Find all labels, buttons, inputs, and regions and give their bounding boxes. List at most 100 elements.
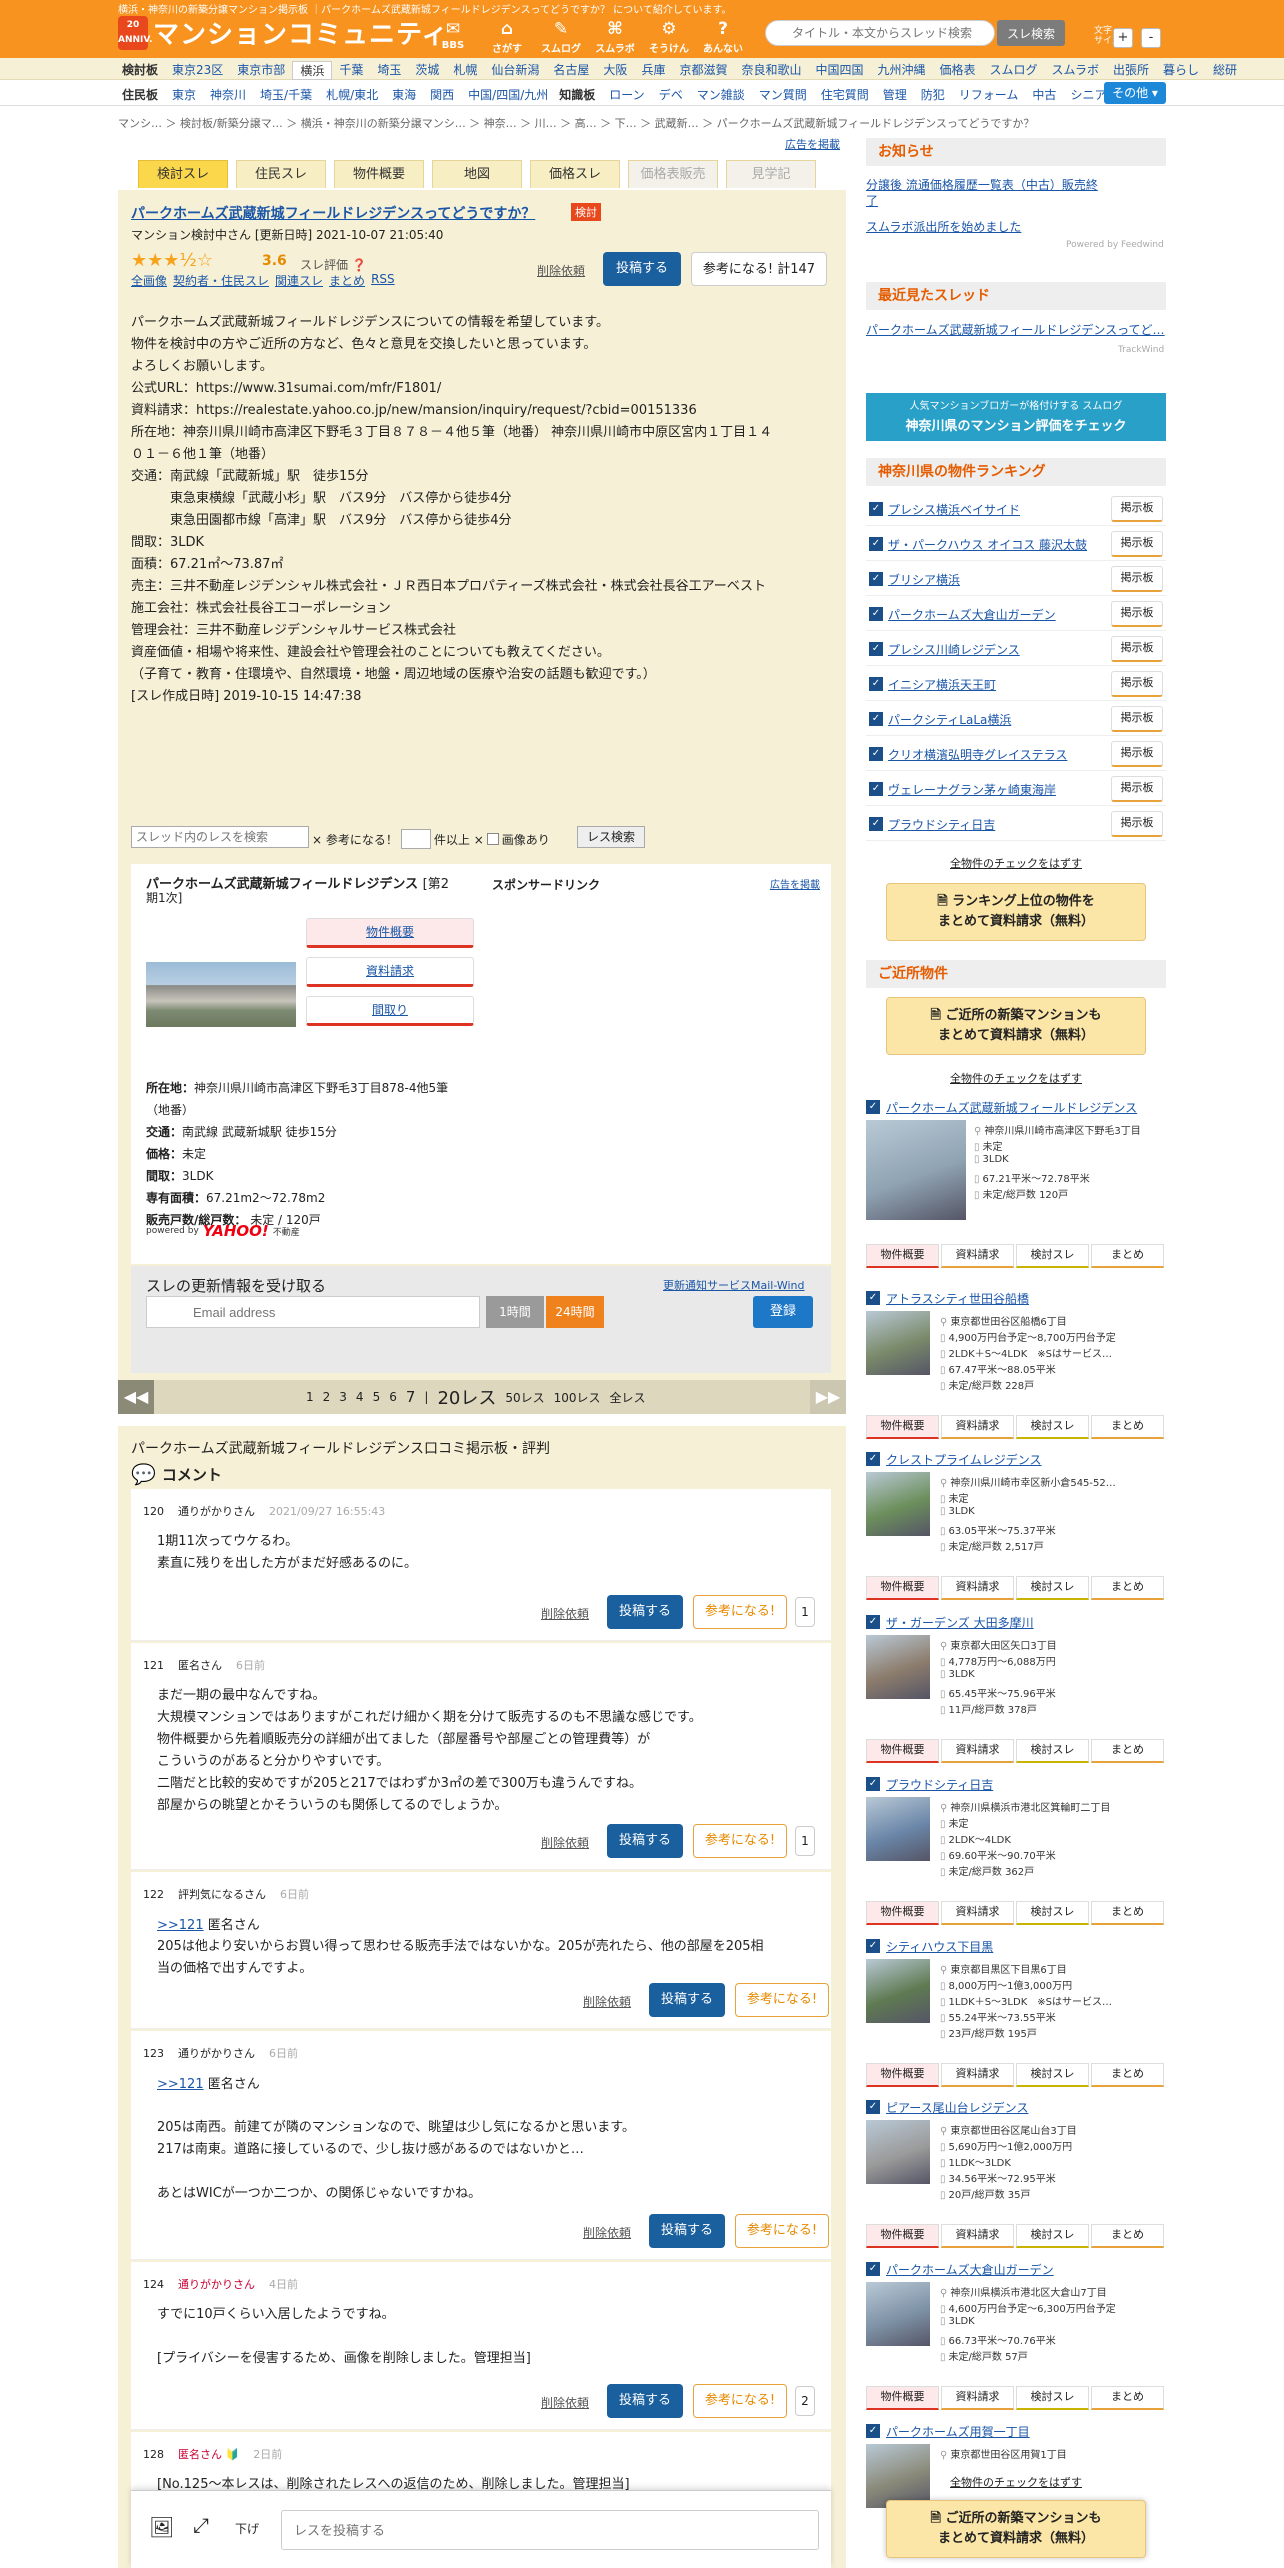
nav1-item[interactable]: 中国四国 — [808, 61, 870, 80]
comment-number[interactable]: 123 — [143, 2047, 164, 2060]
comment-number[interactable]: 120 — [143, 1505, 164, 1518]
comment-delete-link[interactable]: 削除依頼 — [541, 2394, 589, 2411]
sumolog-banner[interactable]: 人気マンションブロガーが格付けする スムログ 神奈川県のマンション評価をチェック — [866, 393, 1166, 441]
property-request-button[interactable]: 資料請求 — [941, 1415, 1014, 1439]
comment-helpful-button[interactable]: 参考になる! — [735, 1983, 829, 2017]
header-bbs-button[interactable]: ✉ BBS — [430, 18, 476, 55]
register-button[interactable]: 登録 — [753, 1296, 813, 1328]
property-name-link[interactable]: プラウドシティ日吉 — [886, 1776, 1164, 1793]
comment-post-button[interactable]: 投稿する — [649, 1983, 725, 2017]
sponsor-floorplan-button[interactable]: 間取り — [306, 996, 474, 1026]
property-summary-button[interactable]: まとめ — [1091, 2386, 1164, 2410]
nav1-item[interactable]: スムラボ — [1045, 61, 1106, 80]
nav1-item[interactable]: 名古屋 — [546, 61, 596, 80]
mail-wind-link[interactable]: 更新通知サービスMail-Wind — [663, 1277, 805, 1293]
ranking-bbs-button[interactable]: 掲示板 — [1111, 741, 1163, 767]
property-photo[interactable] — [866, 1120, 966, 1220]
page-size-option[interactable]: 50レス — [505, 1389, 544, 1406]
tab-3[interactable]: 地図 — [432, 160, 522, 188]
nav2-item[interactable]: 知識板 — [555, 86, 602, 103]
property-thread-button[interactable]: 検討スレ — [1016, 1901, 1089, 1925]
nav2-item[interactable]: 札幌/東北 — [319, 86, 385, 103]
comment-delete-link[interactable]: 削除依頼 — [541, 1605, 589, 1622]
check-icon[interactable]: ✓ — [866, 2424, 880, 2438]
ranking-property-link[interactable]: パークシティLaLa横浜 — [888, 711, 1011, 728]
property-thread-button[interactable]: 検討スレ — [1016, 1415, 1089, 1439]
property-request-button[interactable]: 資料請求 — [941, 1739, 1014, 1763]
nav1-item[interactable]: 埼玉 — [370, 61, 408, 80]
email-input[interactable] — [146, 1296, 480, 1328]
property-overview-button[interactable]: 物件概要 — [866, 1739, 939, 1763]
recent-thread-link[interactable]: パークホームズ武蔵新城フィールドレジデンスってど… — [866, 321, 1166, 338]
nav2-item[interactable]: 埼玉/千葉 — [253, 86, 319, 103]
tab-5[interactable]: 価格表販売 — [628, 160, 718, 188]
property-request-button[interactable]: 資料請求 — [941, 1901, 1014, 1925]
comment-helpful-button[interactable]: 参考になる! — [735, 2214, 829, 2248]
ranking-property-link[interactable]: パークホームズ大倉山ガーデン — [888, 606, 1056, 623]
nav2-item[interactable]: 管理 — [876, 86, 914, 103]
property-thread-button[interactable]: 検討スレ — [1016, 1244, 1089, 1268]
property-overview-button[interactable]: 物件概要 — [866, 2386, 939, 2410]
nav1-item[interactable]: 横浜 — [292, 61, 333, 80]
nav1-item[interactable]: 札幌 — [446, 61, 484, 80]
check-icon[interactable]: ✓ — [869, 677, 883, 691]
tab-2[interactable]: 物件概要 — [334, 160, 424, 188]
notice-link-1[interactable]: 分譲後 流通価格履歴一覧表（中古）販売終 — [866, 176, 1098, 193]
property-summary-button[interactable]: まとめ — [1091, 1901, 1164, 1925]
nav2-item[interactable]: 住民板 — [118, 86, 165, 103]
reply-link[interactable]: >>121 — [157, 2077, 204, 2092]
check-icon[interactable]: ✓ — [866, 1777, 880, 1791]
comment-number[interactable]: 122 — [143, 1888, 164, 1901]
nav1-item[interactable]: 奈良和歌山 — [734, 61, 808, 80]
page-link[interactable]: 4 — [356, 1390, 364, 1404]
property-overview-button[interactable]: 物件概要 — [866, 2063, 939, 2087]
check-icon[interactable]: ✓ — [869, 747, 883, 761]
notice-link-1b[interactable]: 了 — [866, 192, 878, 209]
property-thread-button[interactable]: 検討スレ — [1016, 2224, 1089, 2248]
check-icon[interactable]: ✓ — [869, 607, 883, 621]
thread-link[interactable]: RSS — [371, 272, 395, 289]
nav2-item[interactable]: 関西 — [423, 86, 461, 103]
site-logo[interactable]: 20 ANNIV. マンションコミュニティ — [118, 14, 448, 51]
page-size-option[interactable]: 20レス — [437, 1384, 496, 1410]
font-minus-button[interactable]: - — [1141, 28, 1161, 48]
ranking-bbs-button[interactable]: 掲示板 — [1111, 531, 1163, 557]
check-icon[interactable]: ✓ — [869, 817, 883, 831]
ranking-bbs-button[interactable]: 掲示板 — [1111, 496, 1163, 522]
property-overview-button[interactable]: 物件概要 — [866, 1901, 939, 1925]
thread-search-input[interactable] — [765, 20, 995, 46]
ranking-property-link[interactable]: プレシス川崎レジデンス — [888, 641, 1020, 658]
comment-number[interactable]: 128 — [143, 2448, 164, 2461]
nav2-item[interactable]: 中国/四国/九州 — [461, 86, 555, 103]
comment-post-button[interactable]: 投稿する — [607, 2384, 683, 2418]
res-search-button[interactable]: レス検索 — [577, 826, 645, 848]
page-link[interactable]: 2 — [323, 1390, 331, 1404]
property-name-link[interactable]: ザ・ガーデンズ 大田多摩川 — [886, 1614, 1164, 1631]
floating-bulk-request-button[interactable]: 🗎 ご近所の新築マンションも まとめて資料請求（無料） — [886, 2500, 1146, 2558]
ranking-bbs-button[interactable]: 掲示板 — [1111, 811, 1163, 837]
property-thread-button[interactable]: 検討スレ — [1016, 2386, 1089, 2410]
ranking-bbs-button[interactable]: 掲示板 — [1111, 636, 1163, 662]
nav1-item[interactable]: 仙台新潟 — [484, 61, 546, 80]
nav-more-button[interactable]: その他 ▾ — [1104, 82, 1166, 104]
property-photo[interactable] — [866, 1959, 930, 2023]
nav2-item[interactable]: 中古 — [1025, 86, 1063, 103]
comment-post-button[interactable]: 投稿する — [649, 2214, 725, 2248]
property-photo[interactable] — [866, 1472, 930, 1536]
property-summary-button[interactable]: まとめ — [1091, 2224, 1164, 2248]
nav1-item[interactable]: 出張所 — [1106, 61, 1156, 80]
uncheck-all-link-1[interactable]: 全物件のチェックをはずす — [866, 855, 1166, 871]
nav1-item[interactable]: 茨城 — [408, 61, 446, 80]
image-upload-icon[interactable]: 🖼 — [149, 2515, 174, 2539]
property-summary-button[interactable]: まとめ — [1091, 1576, 1164, 1600]
expand-icon[interactable]: ⤢ — [193, 2513, 209, 2537]
nav2-item[interactable]: 住宅質問 — [814, 86, 876, 103]
ranking-property-link[interactable]: クリオ横濱弘明寺グレイステラス — [888, 746, 1067, 763]
check-icon[interactable]: ✓ — [869, 782, 883, 796]
post-button[interactable]: 投稿する — [603, 252, 681, 286]
thread-link[interactable]: 全画像 — [131, 272, 167, 289]
property-summary-button[interactable]: まとめ — [1091, 2063, 1164, 2087]
reply-input[interactable] — [281, 2510, 819, 2550]
property-summary-button[interactable]: まとめ — [1091, 1415, 1164, 1439]
nav1-item[interactable]: 兵庫 — [634, 61, 672, 80]
